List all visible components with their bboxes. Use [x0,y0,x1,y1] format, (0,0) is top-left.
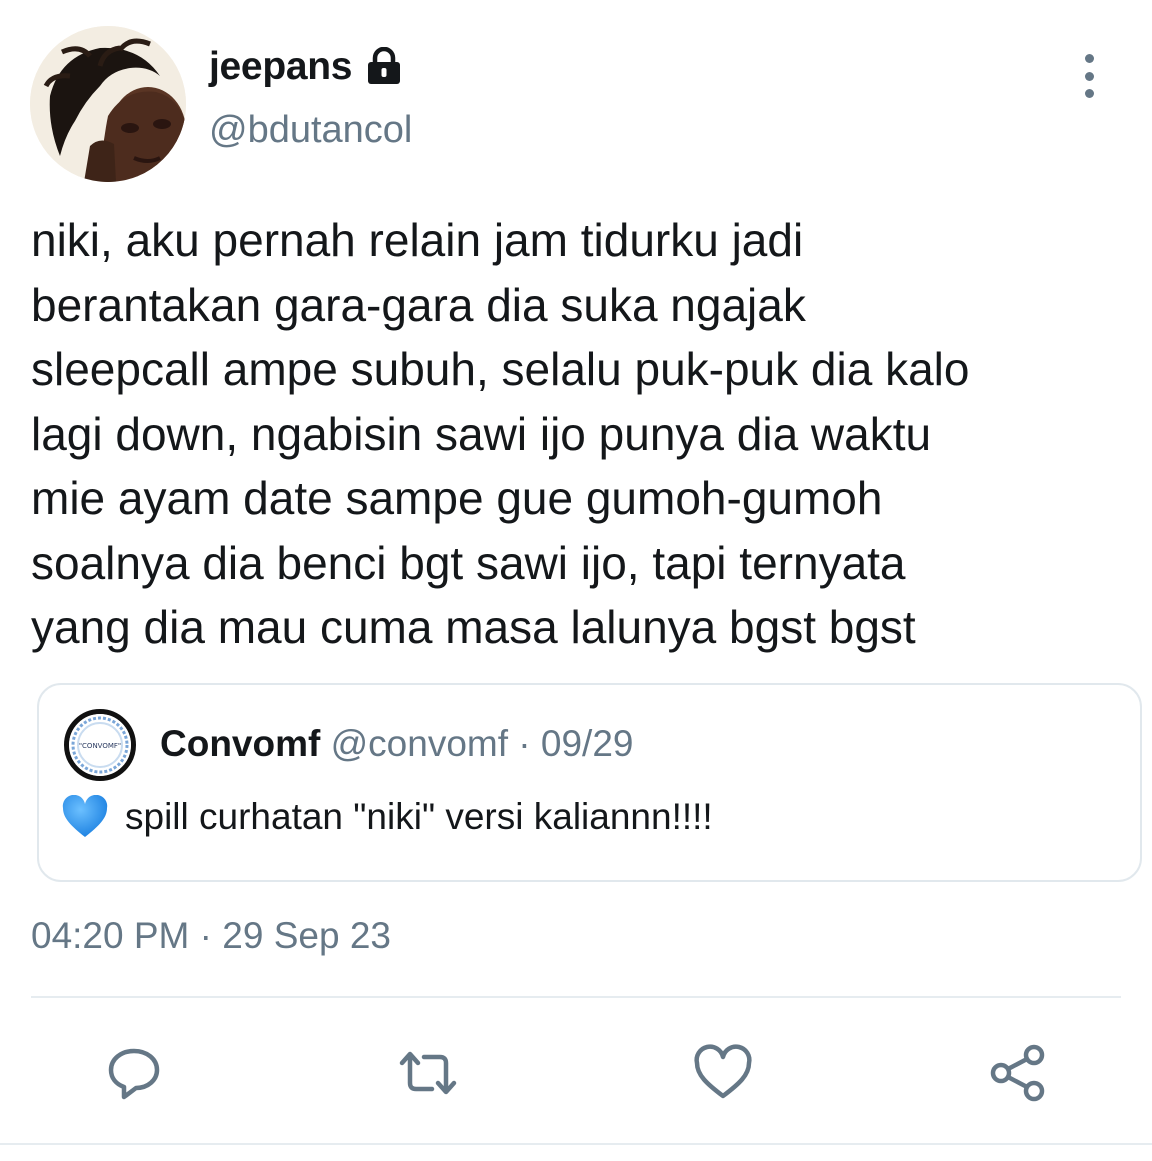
quoted-author-avatar[interactable]: "CONVOMF" [64,709,136,781]
profile-photo [30,26,186,182]
reply-icon [108,1048,160,1100]
svg-text:"CONVOMF": "CONVOMF" [79,742,121,750]
tweet-time: 04:20 PM [31,915,190,956]
retweet-icon [399,1051,457,1095]
tweet-text-line: berantakan gara-gara dia suka ngajak [31,278,806,331]
more-vertical-icon[interactable] [1074,54,1104,98]
quoted-handle: @convomf [330,723,509,764]
author-handle[interactable]: @bdutancol [209,109,412,152]
retweet-button[interactable] [398,1043,458,1103]
like-icon [694,1044,752,1099]
tweet-text: niki, aku pernah relain jam tidurku jadi… [31,208,1136,660]
bottom-divider [0,1143,1152,1145]
divider [31,996,1121,998]
quoted-date: 09/29 [540,723,634,764]
quoted-display-name: Convomf [160,723,321,764]
tweet-timestamp[interactable]: 04:20 PM · 29 Sep 23 [31,915,391,957]
tweet-text-line: yang dia mau cuma masa lalunya bgst bgst [31,601,916,653]
like-button[interactable] [693,1043,753,1103]
convomf-logo: "CONVOMF" [69,714,131,776]
blue-heart-icon [61,794,109,839]
quoted-separator: · [518,723,531,764]
tweet-text-line: sleepcall ampe subuh, selalu puk-puk dia… [31,343,970,395]
quoted-body: spill curhatan "niki" versi kaliannn!!!! [61,794,713,839]
tweet-text-line: soalnya dia benci bgt sawi ijo, tapi ter… [31,536,906,589]
author-display-name[interactable]: jeepans [209,45,352,89]
tweet-text-line: mie ayam date sampe gue gumoh-gumoh [31,472,883,524]
share-button[interactable] [988,1043,1048,1103]
tweet-text-line: niki, aku pernah relain jam tidurku jadi [31,214,804,266]
quoted-header: Convomf @convomf · 09/29 [160,723,634,765]
author-avatar[interactable] [30,26,186,182]
lock-icon [364,46,404,87]
share-icon [990,1044,1045,1102]
reply-button[interactable] [104,1043,164,1103]
quoted-text: spill curhatan "niki" versi kaliannn!!!! [125,796,713,837]
tweet-date: 29 Sep 23 [222,915,391,956]
timestamp-separator: · [199,915,212,956]
tweet-text-line: lagi down, ngabisin sawi ijo punya dia w… [31,407,932,460]
quoted-tweet[interactable]: "CONVOMF" Convomf @convomf · 09/29 spill… [37,683,1142,882]
author-name-row: jeepans [209,42,404,92]
